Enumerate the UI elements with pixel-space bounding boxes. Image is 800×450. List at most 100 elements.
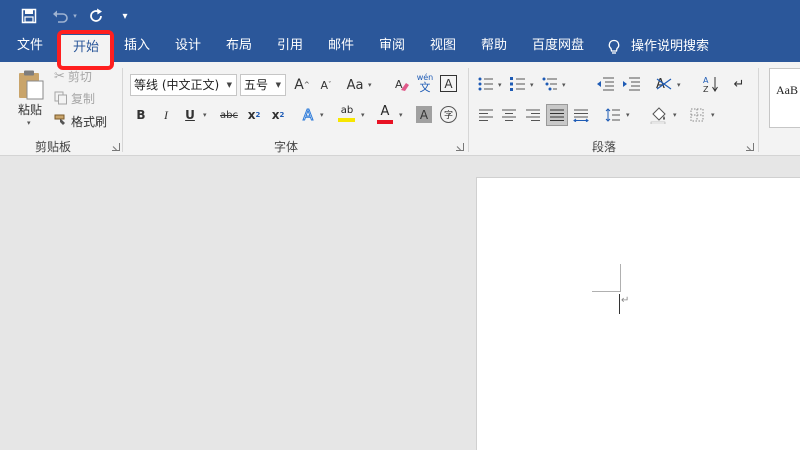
justify-button[interactable] (546, 104, 568, 126)
customize-qat-icon[interactable]: ▾ (118, 4, 132, 28)
copy-icon (54, 91, 67, 105)
superscript-button[interactable]: x2 (269, 106, 287, 124)
group-divider (122, 68, 123, 152)
italic-button[interactable]: I (159, 106, 173, 124)
character-shading-button[interactable]: A (416, 106, 432, 123)
font-launcher-icon[interactable] (456, 143, 464, 151)
chevron-down-icon[interactable]: ▾ (399, 111, 403, 119)
text-cursor (619, 294, 620, 314)
align-right-button[interactable] (524, 106, 542, 124)
copy-button[interactable]: 复制 (54, 89, 95, 107)
strikethrough-button[interactable]: abc (218, 106, 240, 124)
subscript-button[interactable]: x2 (245, 106, 263, 124)
svg-text:Z: Z (703, 85, 709, 93)
align-center-icon (502, 109, 516, 121)
tab-references[interactable]: 引用 (277, 32, 303, 62)
tab-baidu-netdisk[interactable]: 百度网盘 (532, 32, 584, 62)
underline-button[interactable]: U (183, 106, 197, 124)
paragraph-mark-icon: ↵ (621, 295, 630, 306)
ribbon-tabs: 文件 开始 插入 设计 布局 引用 邮件 审阅 视图 帮助 百度网盘 操作说明搜… (0, 32, 800, 62)
font-size-select[interactable]: 五号 ▼ (240, 74, 286, 96)
paste-icon[interactable] (14, 68, 48, 102)
bold-button[interactable]: B (134, 106, 148, 124)
chevron-down-icon[interactable]: ▾ (626, 111, 630, 119)
text-effects-button[interactable]: A (300, 105, 316, 125)
shrink-font-icon: A (320, 78, 329, 92)
tell-me-label: 操作说明搜索 (631, 39, 710, 54)
clear-formatting-button[interactable]: A (392, 75, 412, 95)
save-icon[interactable] (18, 4, 40, 28)
redo-icon[interactable] (86, 4, 108, 28)
format-painter-button[interactable]: 格式刷 (54, 112, 107, 130)
undo-icon[interactable] (50, 4, 70, 28)
increase-indent-button[interactable] (622, 75, 642, 93)
subscript-icon: x (247, 108, 256, 122)
undo-dropdown-icon[interactable]: ▾ (70, 4, 80, 28)
chevron-down-icon[interactable]: ▾ (711, 111, 715, 119)
sort-button[interactable]: AZ (702, 74, 720, 94)
chevron-down-icon[interactable]: ▾ (562, 81, 566, 89)
tab-design[interactable]: 设计 (175, 32, 201, 62)
document-page[interactable] (476, 177, 800, 450)
chevron-down-icon[interactable]: ▾ (368, 81, 372, 89)
enclose-characters-button[interactable]: 字 (440, 106, 457, 123)
tab-file[interactable]: 文件 (17, 32, 43, 62)
chevron-down-icon[interactable]: ▾ (530, 81, 534, 89)
quick-access-toolbar: ▾ ▾ (0, 0, 800, 32)
ribbon-home: 粘贴 ▾ ✂ 剪切 复制 格式刷 剪贴板 等线 (中文正文) ▼ 五号 ▼ A ^… (0, 62, 800, 156)
chevron-down-icon[interactable]: ▾ (677, 81, 681, 89)
paste-button[interactable]: 粘贴 (14, 102, 46, 117)
phonetic-guide-button[interactable]: wén 文 (416, 73, 434, 97)
distributed-button[interactable] (572, 106, 590, 124)
align-left-button[interactable] (477, 106, 495, 124)
font-color-button[interactable]: A (376, 104, 394, 126)
tab-view[interactable]: 视图 (430, 32, 456, 62)
show-paragraph-marks-button[interactable]: ↵ (731, 74, 747, 94)
decrease-indent-button[interactable] (596, 75, 616, 93)
tab-review[interactable]: 审阅 (379, 32, 405, 62)
numbering-button[interactable] (509, 75, 527, 93)
chevron-down-icon[interactable]: ▾ (673, 111, 677, 119)
shrink-font-button[interactable]: Aˇ (317, 75, 335, 95)
group-divider (468, 68, 469, 152)
grow-font-icon: A (294, 77, 304, 93)
font-color-icon: A (380, 104, 390, 119)
font-name-select[interactable]: 等线 (中文正文) ▼ (130, 74, 237, 96)
bullet-list-icon (478, 77, 493, 91)
text-highlight-button[interactable]: ab (337, 105, 357, 125)
tab-help[interactable]: 帮助 (481, 32, 507, 62)
chevron-down-icon[interactable]: ▾ (320, 111, 324, 119)
align-right-icon (526, 109, 540, 121)
align-left-icon (479, 109, 493, 121)
tab-mailings[interactable]: 邮件 (328, 32, 354, 62)
tab-insert[interactable]: 插入 (124, 32, 150, 62)
align-center-button[interactable] (500, 106, 518, 124)
tell-me-search[interactable]: 操作说明搜索 (607, 32, 709, 62)
grow-font-button[interactable]: A ^ (292, 75, 312, 95)
multilevel-list-icon (542, 77, 557, 91)
line-spacing-button[interactable] (604, 106, 622, 124)
shading-button[interactable] (649, 105, 669, 125)
clipboard-group-label: 剪贴板 (35, 140, 72, 154)
eraser-icon: A (395, 78, 409, 91)
chevron-down-icon: ▼ (226, 81, 232, 89)
paragraph-launcher-icon[interactable] (746, 143, 754, 151)
paragraph-mark-icon: ↵ (733, 76, 745, 92)
chevron-down-icon[interactable]: ▾ (361, 111, 365, 119)
change-case-button[interactable]: Aa (345, 75, 365, 95)
borders-button[interactable] (688, 106, 706, 124)
character-border-button[interactable]: A (440, 75, 457, 92)
paste-dropdown-icon[interactable]: ▾ (27, 119, 31, 127)
asian-layout-button[interactable]: A (654, 75, 674, 93)
styles-gallery-item[interactable]: AaB (769, 68, 800, 128)
chevron-down-icon[interactable]: ▾ (498, 81, 502, 89)
multilevel-list-button[interactable] (541, 75, 559, 93)
distributed-icon (573, 109, 589, 122)
chevron-down-icon[interactable]: ▾ (203, 111, 207, 119)
clipboard-launcher-icon[interactable] (112, 143, 120, 151)
home-tab-highlight-box (57, 30, 114, 70)
margin-corner-mark (620, 264, 621, 291)
numbered-list-icon (510, 77, 525, 91)
bullets-button[interactable] (477, 75, 495, 93)
tab-layout[interactable]: 布局 (226, 32, 252, 62)
